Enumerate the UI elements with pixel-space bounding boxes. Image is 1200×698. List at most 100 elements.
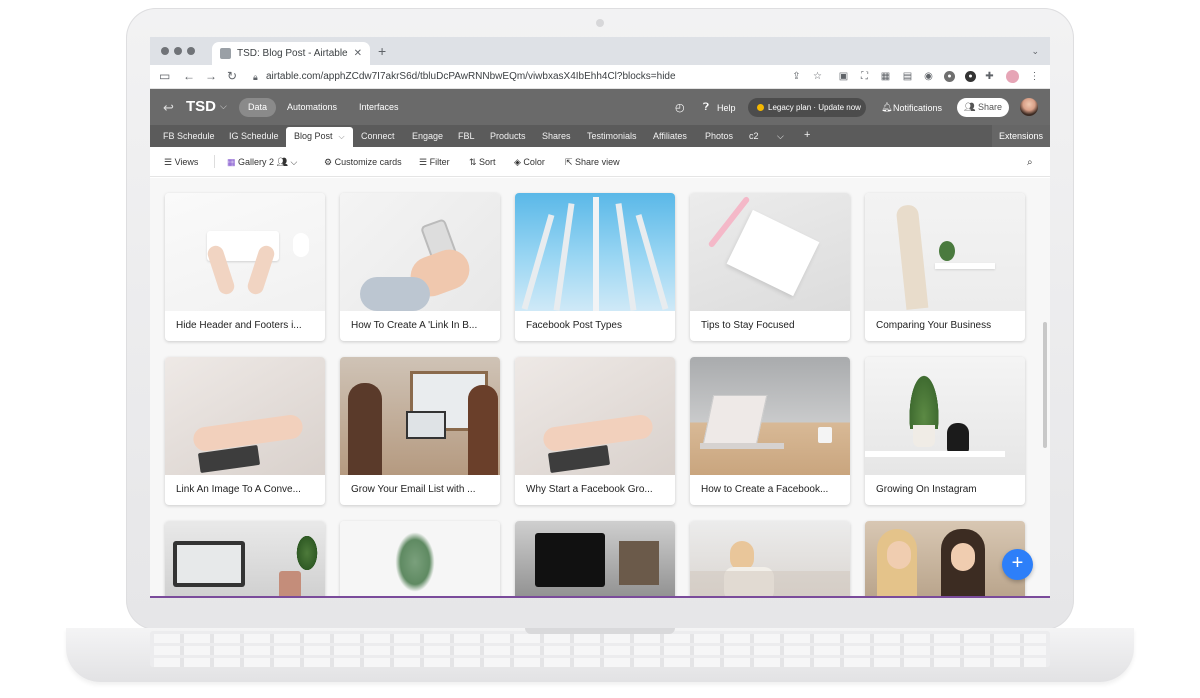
extension-icon[interactable]: ▤: [902, 71, 913, 82]
gallery-view: Hide Header and Footers i... How To Crea…: [150, 178, 1050, 596]
help-button[interactable]: Help: [717, 103, 736, 113]
legacy-plan-dot: [757, 104, 764, 111]
notifications-button[interactable]: Notifications: [893, 103, 942, 113]
sort-button[interactable]: ⇅ Sort: [469, 157, 496, 168]
table-tab-blog-post-label: Blog Post: [294, 131, 333, 141]
puzzle-icon[interactable]: ✚: [984, 71, 995, 82]
extension-dark-icon[interactable]: ●: [965, 71, 976, 82]
history-icon[interactable]: ◴: [675, 101, 685, 114]
user-avatar[interactable]: [1020, 98, 1038, 116]
tab-search-chevron-icon[interactable]: ⌄: [1031, 46, 1039, 57]
chevron-down-icon[interactable]: ⌵: [339, 132, 345, 141]
share-view-button[interactable]: ⇱ Share view: [565, 157, 620, 168]
table-tab-blog-post[interactable]: Blog Post ⌵: [286, 127, 353, 147]
record-card[interactable]: [865, 521, 1025, 596]
minimize-window-button[interactable]: [174, 47, 182, 55]
record-card[interactable]: Tips to Stay Focused: [690, 193, 850, 341]
extension-circle-icon[interactable]: ●: [944, 71, 955, 82]
search-icon[interactable]: ⌕: [1027, 157, 1033, 168]
card-title: Facebook Post Types: [526, 320, 622, 331]
table-tab-photos[interactable]: Photos: [705, 131, 733, 141]
gallery-icon: ▦: [227, 157, 239, 167]
sidebar-toggle-icon[interactable]: ▭: [159, 70, 170, 83]
table-tab-c2[interactable]: c2: [749, 131, 759, 141]
customize-cards-button[interactable]: ⚙ Customize cards: [324, 157, 402, 168]
arrow-right-icon[interactable]: →: [205, 70, 217, 83]
share-view-icon: ⇱: [565, 157, 576, 167]
airtable-favicon-icon: [220, 48, 231, 59]
tab-interfaces[interactable]: Interfaces: [350, 98, 408, 117]
close-window-button[interactable]: [161, 47, 169, 55]
record-card[interactable]: How To Create A 'Link In B...: [340, 193, 500, 341]
table-tab-engage[interactable]: Engage: [412, 131, 443, 141]
card-image: [865, 357, 1025, 475]
table-tab-ig-schedule[interactable]: IG Schedule: [229, 131, 279, 141]
tab-data[interactable]: Data: [239, 98, 277, 117]
people-icon: 👥︎ ⌵: [274, 157, 298, 167]
airtable-header: ↩ TSD ⌵ Data Automations Interfaces ◴ ❓︎…: [150, 89, 1050, 125]
close-tab-icon[interactable]: ✕: [354, 48, 362, 59]
record-card[interactable]: [340, 521, 500, 596]
add-record-button[interactable]: +: [1002, 549, 1033, 580]
view-name-button[interactable]: ▦ Gallery 2 👥︎ ⌵: [227, 157, 297, 168]
browser-tab-strip: TSD: Blog Post - Airtable ✕ + ⌄: [150, 37, 1050, 65]
record-card[interactable]: Hide Header and Footers i...: [165, 193, 325, 341]
hamburger-icon: ☰: [164, 157, 175, 167]
apps-grid-icon[interactable]: ▦: [880, 71, 891, 82]
extensions-button[interactable]: Extensions: [992, 125, 1050, 147]
chevron-down-icon[interactable]: ⌵: [220, 101, 227, 112]
browser-profile-avatar[interactable]: [1006, 70, 1019, 83]
record-card[interactable]: [515, 521, 675, 596]
table-tab-connect[interactable]: Connect: [361, 131, 395, 141]
record-card[interactable]: Grow Your Email List with ...: [340, 357, 500, 505]
table-tab-fbl[interactable]: FBL: [458, 131, 475, 141]
card-title: How to Create a Facebook...: [701, 484, 829, 495]
record-card[interactable]: Growing On Instagram: [865, 357, 1025, 505]
reader-mode-icon[interactable]: ▣: [838, 71, 849, 82]
reload-icon[interactable]: ↻: [227, 70, 237, 83]
browser-menu-icon[interactable]: ⋮: [1029, 71, 1040, 82]
bookmark-star-icon[interactable]: ☆: [812, 71, 823, 82]
filter-button[interactable]: ☰ Filter: [419, 157, 450, 168]
table-tab-testimonials[interactable]: Testimonials: [587, 131, 637, 141]
screenshot-icon[interactable]: ⛶: [859, 71, 870, 82]
views-button[interactable]: ☰ Views: [164, 157, 198, 168]
table-tab-affiliates[interactable]: Affiliates: [653, 131, 687, 141]
views-label: Views: [174, 157, 199, 167]
record-card[interactable]: Comparing Your Business: [865, 193, 1025, 341]
browser-tab[interactable]: TSD: Blog Post - Airtable ✕: [212, 42, 370, 65]
gallery-scrollbar[interactable]: [1043, 322, 1047, 448]
record-card[interactable]: Why Start a Facebook Gro...: [515, 357, 675, 505]
help-icon: ❓︎: [703, 102, 710, 113]
table-tab-products[interactable]: Products: [490, 131, 526, 141]
share-page-icon[interactable]: ⇪: [791, 71, 802, 82]
record-card[interactable]: Facebook Post Types: [515, 193, 675, 341]
camera-icon[interactable]: ◉: [923, 71, 934, 82]
bell-icon: 🔔︎: [881, 102, 893, 112]
home-icon[interactable]: ↩: [163, 100, 174, 116]
table-tab-fb-schedule[interactable]: FB Schedule: [163, 131, 215, 141]
keyboard: [150, 631, 1050, 667]
more-tables-chevron-icon[interactable]: ⌵: [777, 131, 784, 142]
card-image: [340, 193, 500, 311]
maximize-window-button[interactable]: [187, 47, 195, 55]
table-tab-shares[interactable]: Shares: [542, 131, 571, 141]
url-field[interactable]: airtable.com/apphZCdw7I7akrS6d/tbluDcPAw…: [266, 71, 676, 82]
record-card[interactable]: How to Create a Facebook...: [690, 357, 850, 505]
record-card[interactable]: Link An Image To A Conve...: [165, 357, 325, 505]
legacy-plan-button[interactable]: Legacy plan · Update now: [748, 98, 866, 117]
card-image: [515, 521, 675, 596]
share-button[interactable]: 👥︎ Share: [957, 98, 1009, 117]
arrow-left-icon[interactable]: ←: [183, 70, 195, 83]
new-tab-button[interactable]: +: [378, 44, 386, 58]
lock-icon: 🔒︎: [253, 72, 258, 82]
share-view-label: Share view: [575, 157, 620, 167]
base-name[interactable]: TSD: [186, 98, 216, 115]
card-title: Tips to Stay Focused: [701, 320, 795, 331]
record-card[interactable]: [690, 521, 850, 596]
card-title: Link An Image To A Conve...: [176, 484, 301, 495]
tab-automations[interactable]: Automations: [278, 98, 346, 117]
color-button[interactable]: ◈ Color: [514, 157, 545, 168]
add-table-button[interactable]: +: [804, 129, 810, 141]
record-card[interactable]: [165, 521, 325, 596]
